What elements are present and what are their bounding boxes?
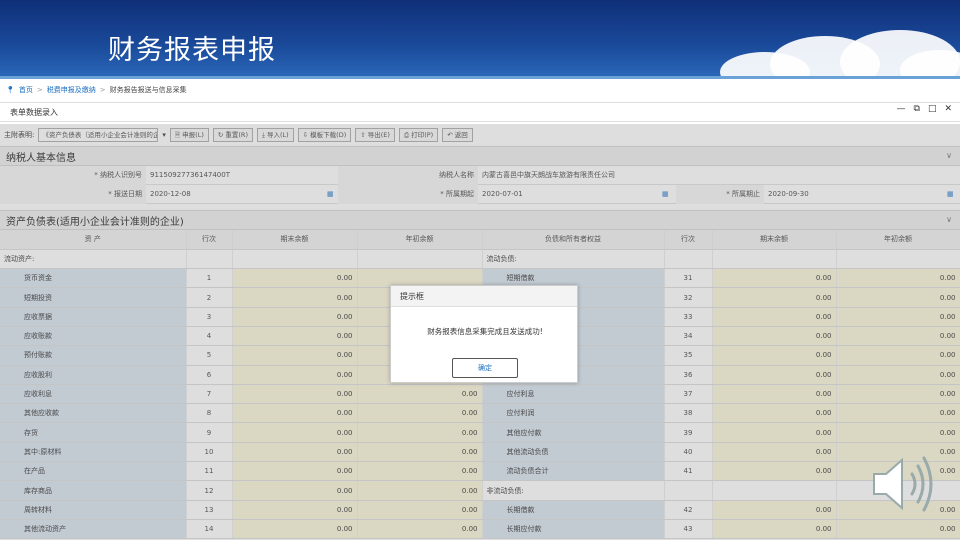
confirm-button[interactable]: 确定 (452, 358, 518, 378)
restore-icon[interactable]: ⧉ (914, 104, 920, 114)
maximize-icon[interactable]: □ (928, 104, 937, 114)
breadcrumb-current: 财务报告报送与信息采集 (109, 86, 187, 94)
breadcrumb-separator: > (36, 86, 43, 94)
slide-title: 财务报表申报 (108, 35, 276, 66)
breadcrumb-home[interactable]: 首页 (19, 85, 33, 95)
dialog-title: 提示框 (391, 286, 577, 307)
slide-banner: 财务报表申报 (0, 0, 960, 76)
location-pin-icon: 📍︎ (6, 86, 15, 94)
breadcrumb-separator: > (99, 86, 106, 94)
window-controls: — ⧉ □ ✕ (897, 104, 953, 114)
breadcrumb: 📍︎ 首页 > 税费申报及缴纳 > 财务报告报送与信息采集 (0, 82, 960, 98)
panel-title: 表单数据录入 (0, 102, 960, 122)
banner-divider (0, 76, 960, 79)
breadcrumb-tax-filing[interactable]: 税费申报及缴纳 (47, 85, 96, 95)
minimize-icon[interactable]: — (897, 104, 906, 114)
speaker-icon[interactable] (868, 452, 940, 516)
dialog-message: 财务报表信息采集完成且发送成功! (427, 327, 543, 336)
close-icon[interactable]: ✕ (944, 104, 952, 114)
alert-dialog: 提示框 财务报表信息采集完成且发送成功! 确定 (390, 285, 578, 383)
